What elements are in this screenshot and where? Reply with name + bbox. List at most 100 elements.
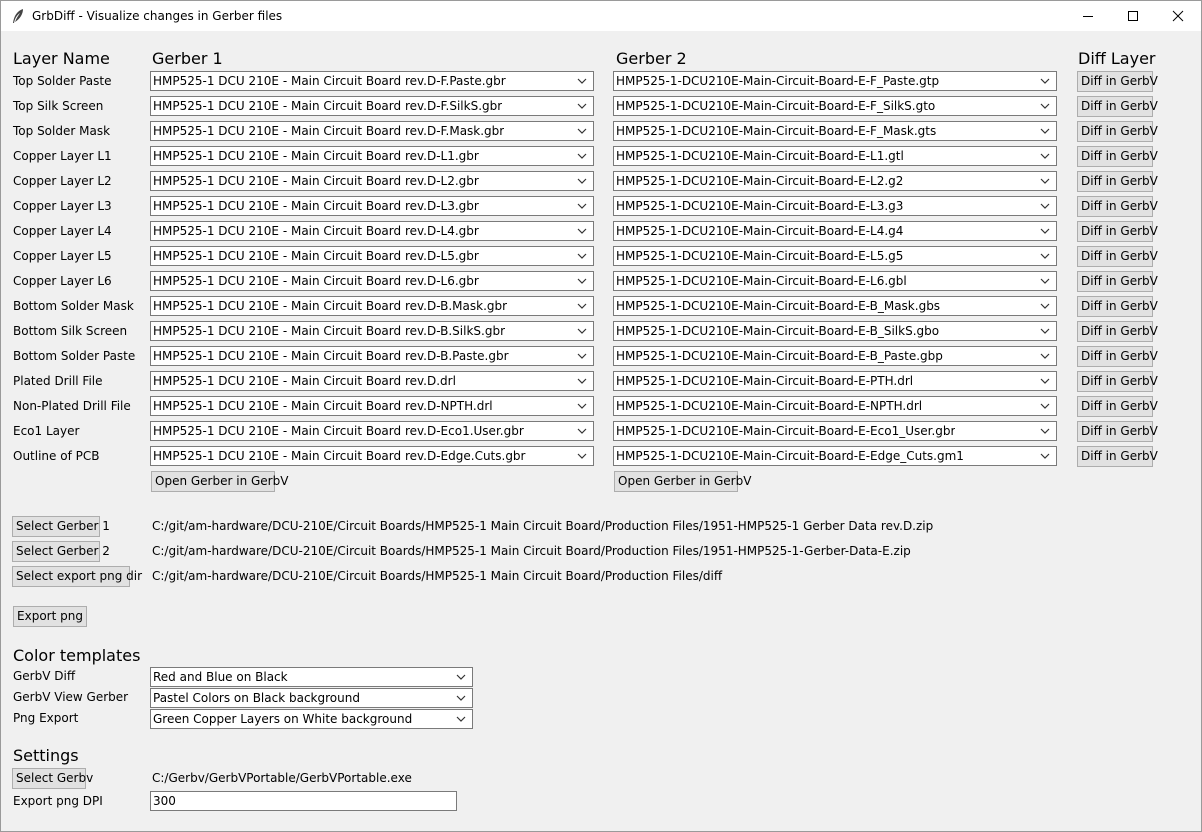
title-bar: GrbDiff - Visualize changes in Gerber fi… — [1, 1, 1201, 31]
gerber1-file-select[interactable]: HMP525-1 DCU 210E - Main Circuit Board r… — [150, 121, 594, 141]
open-gerber1-button[interactable]: Open Gerber in GerbV — [151, 471, 288, 492]
chevron-down-icon — [456, 716, 466, 722]
gerber2-file-select[interactable]: HMP525-1-DCU210E-Main-Circuit-Board-E-NP… — [613, 396, 1057, 416]
gerber2-file-select[interactable]: HMP525-1-DCU210E-Main-Circuit-Board-E-L3… — [613, 196, 1057, 216]
diff-in-gerbv-button[interactable]: Diff in GerbV — [1077, 321, 1158, 342]
gerber2-file-value: HMP525-1-DCU210E-Main-Circuit-Board-E-B_… — [616, 299, 941, 313]
gerber2-file-select[interactable]: HMP525-1-DCU210E-Main-Circuit-Board-E-PT… — [613, 371, 1057, 391]
gerber2-file-value: HMP525-1-DCU210E-Main-Circuit-Board-E-B_… — [616, 349, 943, 363]
diff-in-gerbv-button[interactable]: Diff in GerbV — [1077, 446, 1158, 467]
gerber2-file-select[interactable]: HMP525-1-DCU210E-Main-Circuit-Board-E-Ec… — [613, 421, 1057, 441]
export-png-button[interactable]: Export png — [13, 606, 87, 627]
gerber1-file-value: HMP525-1 DCU 210E - Main Circuit Board r… — [153, 424, 524, 438]
gerber1-file-select[interactable]: HMP525-1 DCU 210E - Main Circuit Board r… — [150, 296, 594, 316]
gerber2-file-value: HMP525-1-DCU210E-Main-Circuit-Board-E-L4… — [616, 224, 904, 238]
gerber2-file-value: HMP525-1-DCU210E-Main-Circuit-Board-E-F_… — [616, 74, 940, 88]
gerber2-file-value: HMP525-1-DCU210E-Main-Circuit-Board-E-L1… — [616, 149, 904, 163]
gerber1-file-value: HMP525-1 DCU 210E - Main Circuit Board r… — [153, 299, 508, 313]
gerber1-file-select[interactable]: HMP525-1 DCU 210E - Main Circuit Board r… — [150, 321, 594, 341]
diff-in-gerbv-button[interactable]: Diff in GerbV — [1077, 171, 1158, 192]
chevron-down-icon — [577, 453, 587, 459]
layer-name-label: Copper Layer L6 — [13, 274, 112, 288]
select-gerber1-button[interactable]: Select Gerber 1 — [12, 516, 110, 537]
gerber2-file-select[interactable]: HMP525-1-DCU210E-Main-Circuit-Board-E-L4… — [613, 221, 1057, 241]
diff-in-gerbv-button[interactable]: Diff in GerbV — [1077, 196, 1158, 217]
layer-name-label: Top Silk Screen — [13, 99, 104, 113]
chevron-down-icon — [1040, 178, 1050, 184]
chevron-down-icon — [1040, 228, 1050, 234]
gerber1-file-select[interactable]: HMP525-1 DCU 210E - Main Circuit Board r… — [150, 71, 594, 91]
gerbv-view-template-value: Pastel Colors on Black background — [153, 691, 360, 705]
gerber1-file-value: HMP525-1 DCU 210E - Main Circuit Board r… — [153, 224, 479, 238]
diff-in-gerbv-button[interactable]: Diff in GerbV — [1077, 146, 1158, 167]
chevron-down-icon — [1040, 153, 1050, 159]
chevron-down-icon — [577, 103, 587, 109]
gerber2-file-select[interactable]: HMP525-1-DCU210E-Main-Circuit-Board-E-L1… — [613, 146, 1057, 166]
maximize-button[interactable] — [1110, 1, 1156, 31]
gerber1-file-select[interactable]: HMP525-1 DCU 210E - Main Circuit Board r… — [150, 446, 594, 466]
gerbv-diff-template-select[interactable]: Red and Blue on Black — [150, 667, 473, 687]
gerber1-file-select[interactable]: HMP525-1 DCU 210E - Main Circuit Board r… — [150, 171, 594, 191]
gerber1-file-select[interactable]: HMP525-1 DCU 210E - Main Circuit Board r… — [150, 371, 594, 391]
gerber1-file-value: HMP525-1 DCU 210E - Main Circuit Board r… — [153, 349, 509, 363]
dpi-input[interactable]: 300 — [150, 791, 457, 811]
gerber2-file-value: HMP525-1-DCU210E-Main-Circuit-Board-E-Ec… — [616, 424, 956, 438]
gerber2-file-select[interactable]: HMP525-1-DCU210E-Main-Circuit-Board-E-B_… — [613, 296, 1057, 316]
gerber2-file-select[interactable]: HMP525-1-DCU210E-Main-Circuit-Board-E-F_… — [613, 121, 1057, 141]
diff-in-gerbv-button[interactable]: Diff in GerbV — [1077, 346, 1158, 367]
gerbv-diff-label: GerbV Diff — [13, 669, 76, 683]
select-export-dir-button[interactable]: Select export png dir — [12, 566, 142, 587]
gerber1-file-select[interactable]: HMP525-1 DCU 210E - Main Circuit Board r… — [150, 146, 594, 166]
diff-in-gerbv-button[interactable]: Diff in GerbV — [1077, 121, 1158, 142]
png-export-template-select[interactable]: Green Copper Layers on White background — [150, 709, 473, 729]
gerbv-view-template-select[interactable]: Pastel Colors on Black background — [150, 688, 473, 708]
gerber1-file-value: HMP525-1 DCU 210E - Main Circuit Board r… — [153, 174, 479, 188]
diff-in-gerbv-button[interactable]: Diff in GerbV — [1077, 421, 1158, 442]
gerber2-file-select[interactable]: HMP525-1-DCU210E-Main-Circuit-Board-E-Ed… — [613, 446, 1057, 466]
diff-in-gerbv-button[interactable]: Diff in GerbV — [1077, 371, 1158, 392]
gerber2-file-select[interactable]: HMP525-1-DCU210E-Main-Circuit-Board-E-B_… — [613, 346, 1057, 366]
gerber2-file-select[interactable]: HMP525-1-DCU210E-Main-Circuit-Board-E-F_… — [613, 71, 1057, 91]
gerber2-file-select[interactable]: HMP525-1-DCU210E-Main-Circuit-Board-E-L6… — [613, 271, 1057, 291]
chevron-down-icon — [1040, 453, 1050, 459]
gerber2-file-select[interactable]: HMP525-1-DCU210E-Main-Circuit-Board-E-L2… — [613, 171, 1057, 191]
gerber1-file-select[interactable]: HMP525-1 DCU 210E - Main Circuit Board r… — [150, 396, 594, 416]
layer-name-label: Bottom Silk Screen — [13, 324, 128, 338]
gerber1-file-select[interactable]: HMP525-1 DCU 210E - Main Circuit Board r… — [150, 96, 594, 116]
diff-in-gerbv-button[interactable]: Diff in GerbV — [1077, 246, 1158, 267]
diff-in-gerbv-button[interactable]: Diff in GerbV — [1077, 221, 1158, 242]
layer-name-label: Top Solder Mask — [13, 124, 111, 138]
chevron-down-icon — [577, 128, 587, 134]
diff-in-gerbv-button[interactable]: Diff in GerbV — [1077, 271, 1158, 292]
gerber1-file-select[interactable]: HMP525-1 DCU 210E - Main Circuit Board r… — [150, 346, 594, 366]
chevron-down-icon — [577, 278, 587, 284]
select-gerber2-button[interactable]: Select Gerber 2 — [12, 541, 110, 562]
gerber1-file-select[interactable]: HMP525-1 DCU 210E - Main Circuit Board r… — [150, 271, 594, 291]
gerber2-file-select[interactable]: HMP525-1-DCU210E-Main-Circuit-Board-E-F_… — [613, 96, 1057, 116]
minimize-button[interactable] — [1065, 1, 1111, 31]
gerber1-file-value: HMP525-1 DCU 210E - Main Circuit Board r… — [153, 124, 505, 138]
diff-in-gerbv-button[interactable]: Diff in GerbV — [1077, 96, 1158, 117]
open-gerber2-button[interactable]: Open Gerber in GerbV — [614, 471, 751, 492]
chevron-down-icon — [1040, 378, 1050, 384]
gerbv-diff-template-value: Red and Blue on Black — [153, 670, 288, 684]
diff-in-gerbv-button[interactable]: Diff in GerbV — [1077, 296, 1158, 317]
gerber1-file-select[interactable]: HMP525-1 DCU 210E - Main Circuit Board r… — [150, 196, 594, 216]
select-gerbv-button[interactable]: Select Gerbv — [12, 768, 93, 789]
gerber1-file-select[interactable]: HMP525-1 DCU 210E - Main Circuit Board r… — [150, 246, 594, 266]
diff-in-gerbv-button[interactable]: Diff in GerbV — [1077, 71, 1158, 92]
gerber1-file-select[interactable]: HMP525-1 DCU 210E - Main Circuit Board r… — [150, 421, 594, 441]
gerber2-file-select[interactable]: HMP525-1-DCU210E-Main-Circuit-Board-E-B_… — [613, 321, 1057, 341]
close-button[interactable] — [1155, 1, 1201, 31]
gerber1-path: C:/git/am-hardware/DCU-210E/Circuit Boar… — [152, 519, 934, 533]
gerber2-file-select[interactable]: HMP525-1-DCU210E-Main-Circuit-Board-E-L5… — [613, 246, 1057, 266]
gerber2-file-value: HMP525-1-DCU210E-Main-Circuit-Board-E-L2… — [616, 174, 904, 188]
gerber1-file-select[interactable]: HMP525-1 DCU 210E - Main Circuit Board r… — [150, 221, 594, 241]
gerber2-file-value: HMP525-1-DCU210E-Main-Circuit-Board-E-B_… — [616, 324, 940, 338]
gerber2-file-value: HMP525-1-DCU210E-Main-Circuit-Board-E-PT… — [616, 374, 914, 388]
close-icon — [1172, 10, 1184, 22]
chevron-down-icon — [1040, 78, 1050, 84]
chevron-down-icon — [577, 253, 587, 259]
maximize-icon — [1128, 11, 1138, 21]
diff-in-gerbv-button[interactable]: Diff in GerbV — [1077, 396, 1158, 417]
